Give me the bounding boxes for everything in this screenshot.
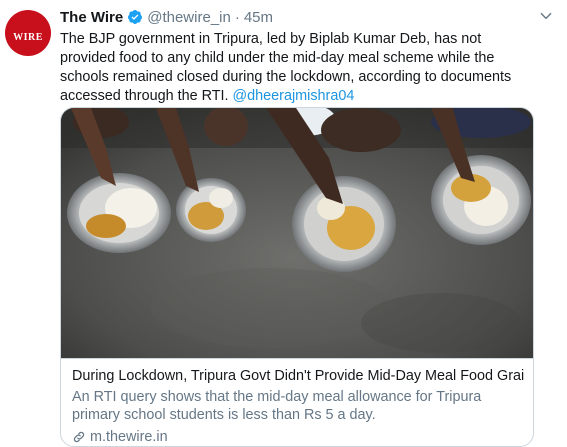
tweet-timestamp[interactable]: 45m bbox=[244, 9, 273, 26]
card-image bbox=[61, 108, 533, 358]
card-body: During Lockdown, Tripura Govt Didn't Pro… bbox=[61, 358, 533, 446]
tweet[interactable]: WIRE The Wire @thewire_in · 45m The BJP … bbox=[0, 0, 567, 447]
avatar[interactable]: WIRE bbox=[5, 10, 51, 56]
card-title[interactable]: During Lockdown, Tripura Govt Didn't Pro… bbox=[72, 368, 524, 384]
card-domain-text[interactable]: m.thewire.in bbox=[90, 429, 168, 445]
chevron-down-icon[interactable] bbox=[539, 9, 553, 23]
card-description: An RTI query shows that the mid-day meal… bbox=[72, 389, 482, 423]
author-name[interactable]: The Wire bbox=[60, 9, 123, 26]
verified-badge-icon bbox=[128, 10, 143, 24]
link-icon bbox=[73, 431, 85, 443]
avatar-logo-text: WIRE bbox=[13, 31, 43, 43]
tweet-text: The BJP government in Tripura, led by Bi… bbox=[60, 30, 540, 106]
link-preview-card[interactable]: During Lockdown, Tripura Govt Didn't Pro… bbox=[60, 107, 534, 447]
separator-dot: · bbox=[234, 8, 240, 26]
mention-link[interactable]: @dheerajmishra04 bbox=[233, 88, 355, 104]
card-domain[interactable]: m.thewire.in bbox=[72, 429, 168, 445]
author-handle[interactable]: @thewire_in bbox=[147, 9, 231, 26]
tweet-header: The Wire @thewire_in · 45m bbox=[60, 7, 273, 27]
